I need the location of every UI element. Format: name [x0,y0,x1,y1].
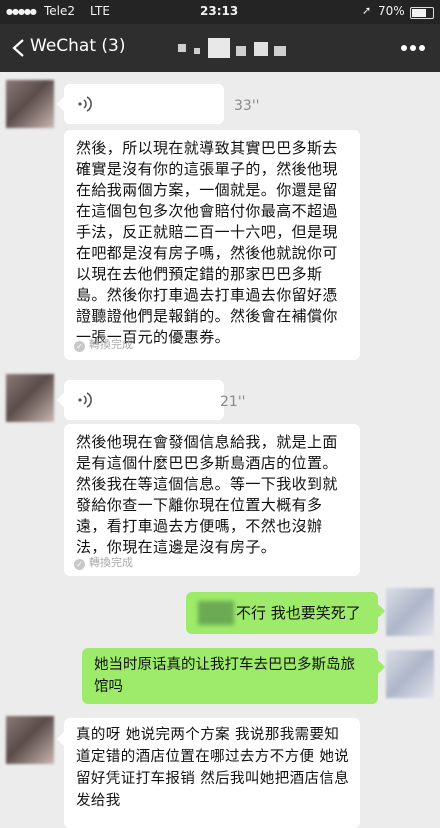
sent-message-bubble[interactable]: 不行 我也要笑死了 [186,592,385,634]
more-dots-icon[interactable] [398,38,428,58]
voice-message-bubble[interactable] [57,84,224,124]
transcript-status: ✓ 轉換完成 [74,336,133,352]
transcript-bubble: 然後，所以現在就導致其實巴巴多斯去確實是沒有你的這張單子的，然後他現在給我兩個方… [64,130,360,360]
transcript-bubble: 然後他現在會發個信息給我，就是上面是有這個什麼巴巴多斯島酒店的位置。然後我在等這… [64,424,360,576]
transcript-status: ✓ 轉換完成 [74,554,133,570]
chevron-left-icon[interactable] [10,38,28,58]
voice-duration: 33'' [234,98,260,114]
clock: 23:13 [200,4,239,18]
transcript-text: 然後，所以現在就導致其實巴巴多斯去確實是沒有你的這張單子的，然後他現在給我兩個方… [76,139,338,346]
avatar[interactable] [6,80,54,128]
avatar[interactable] [386,650,434,698]
battery-icon [410,7,434,19]
redacted-patch [198,601,234,625]
status-bar: ●●●●● Tele2 LTE 23:13 ➚ 70% [0,0,440,24]
back-button[interactable]: WeChat (3) [30,36,125,56]
chat-title [178,38,298,58]
network-label: LTE [90,4,110,18]
check-icon: ✓ [74,341,85,352]
avatar[interactable] [386,588,434,636]
avatar[interactable] [6,716,54,764]
location-arrow-icon: ➚ [362,4,372,17]
sent-message-bubble[interactable]: 她当时原话真的让我打车去巴巴多斯岛旅馆吗 [82,648,385,704]
voice-wave-icon [78,392,92,408]
nav-bar: WeChat (3) [0,24,440,72]
check-icon: ✓ [74,559,85,570]
voice-wave-icon [78,96,92,112]
received-message-bubble[interactable]: 真的呀 她说完两个方案 我说那我需要知道定错的酒店位置在哪过去方不方便 她说留好… [57,718,360,828]
battery-percent: 70% [378,4,405,18]
message-text: 真的呀 她说完两个方案 我说那我需要知道定错的酒店位置在哪过去方不方便 她说留好… [76,727,350,809]
transcript-text: 然後他現在會發個信息給我，就是上面是有這個什麼巴巴多斯島酒店的位置。然後我在等這… [76,433,338,556]
voice-message-bubble[interactable] [57,380,224,420]
carrier-label: Tele2 [44,4,76,18]
avatar[interactable] [6,374,54,422]
message-text: 不行 我也要笑死了 [236,604,361,622]
signal-icon: ●●●●● [6,7,37,16]
message-text: 她当时原话真的让我打车去巴巴多斯岛旅馆吗 [94,657,355,695]
voice-duration: 21'' [220,394,246,410]
